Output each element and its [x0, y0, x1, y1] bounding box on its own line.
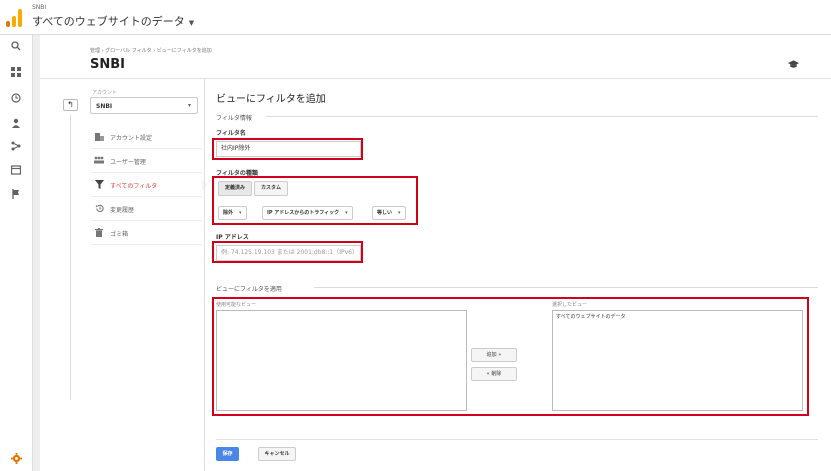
- filter-icon: [94, 180, 104, 191]
- property-view-selector[interactable]: すべてのウェブサイトのデータ ▼: [32, 13, 194, 29]
- nav-item-all-filters[interactable]: すべてのフィルタ: [90, 173, 208, 197]
- ip-address-label: IP アドレス: [216, 234, 249, 241]
- highlight-box: [212, 241, 363, 263]
- trash-icon: [94, 228, 104, 239]
- filter-name-label: フィルタ名: [216, 130, 246, 137]
- form-divider: [216, 439, 818, 440]
- graduation-cap-icon[interactable]: [788, 59, 799, 72]
- users-icon: [94, 156, 104, 166]
- nav-item-trash[interactable]: ゴミ箱: [90, 221, 202, 245]
- account-name: SNBI: [32, 4, 47, 11]
- search-icon[interactable]: [8, 41, 24, 55]
- highlight-box: [212, 138, 363, 160]
- flag-icon[interactable]: [8, 189, 24, 203]
- form-title: ビューにフィルタを追加: [216, 94, 326, 105]
- page-divider: [40, 78, 831, 79]
- dashboard-icon[interactable]: [8, 67, 24, 81]
- nav-item-label: 変更履歴: [110, 207, 135, 214]
- nav-item-label: すべてのフィルタ: [110, 183, 158, 190]
- highlight-box: [212, 297, 809, 416]
- breadcrumb[interactable]: 管理 › グローバル フィルタ › ビューにフィルタを追加: [90, 47, 212, 54]
- account-select[interactable]: SNBI ▾: [90, 97, 198, 114]
- account-label: アカウント: [92, 90, 118, 96]
- highlight-box: [212, 176, 418, 225]
- nav-item-label: アカウント設定: [110, 135, 153, 142]
- history-icon: [94, 204, 104, 215]
- page-title: SNBI: [90, 57, 125, 72]
- section-divider: [314, 287, 818, 288]
- account-select-value: SNBI: [96, 103, 113, 110]
- admin-page: 管理 › グローバル フィルタ › ビューにフィルタを追加 SNBI ↰ アカウ…: [40, 35, 831, 471]
- nav-item-account-settings[interactable]: アカウント設定: [90, 125, 202, 149]
- apply-to-views-header: ビューにフィルタを適用: [216, 286, 282, 293]
- nav-divider: [70, 115, 71, 400]
- acquisition-icon[interactable]: [8, 141, 24, 155]
- property-view-title: すべてのウェブサイトのデータ: [32, 15, 185, 28]
- save-button[interactable]: 保存: [216, 447, 239, 461]
- nav-item-change-history[interactable]: 変更履歴: [90, 197, 202, 221]
- analytics-logo[interactable]: [6, 9, 24, 27]
- cancel-button[interactable]: キャンセル: [258, 447, 296, 461]
- behavior-icon[interactable]: [8, 165, 24, 179]
- left-rail: [0, 35, 33, 471]
- filter-info-header: フィルタ情報: [216, 115, 252, 122]
- caret-down-icon: ▼: [188, 19, 195, 27]
- clock-icon[interactable]: [8, 93, 24, 107]
- section-divider: [266, 116, 818, 117]
- building-icon: [94, 132, 104, 143]
- nav-item-label: ユーザー管理: [110, 159, 146, 166]
- top-bar: SNBI すべてのウェブサイトのデータ ▼: [0, 0, 831, 35]
- nav-item-label: ゴミ箱: [110, 231, 129, 238]
- content-divider: [204, 79, 205, 471]
- chevron-down-icon: ▾: [187, 102, 191, 109]
- person-icon[interactable]: [8, 118, 24, 132]
- back-button[interactable]: ↰: [63, 99, 78, 111]
- nav-item-user-management[interactable]: ユーザー管理: [90, 149, 202, 173]
- admin-gear-icon[interactable]: [8, 453, 24, 467]
